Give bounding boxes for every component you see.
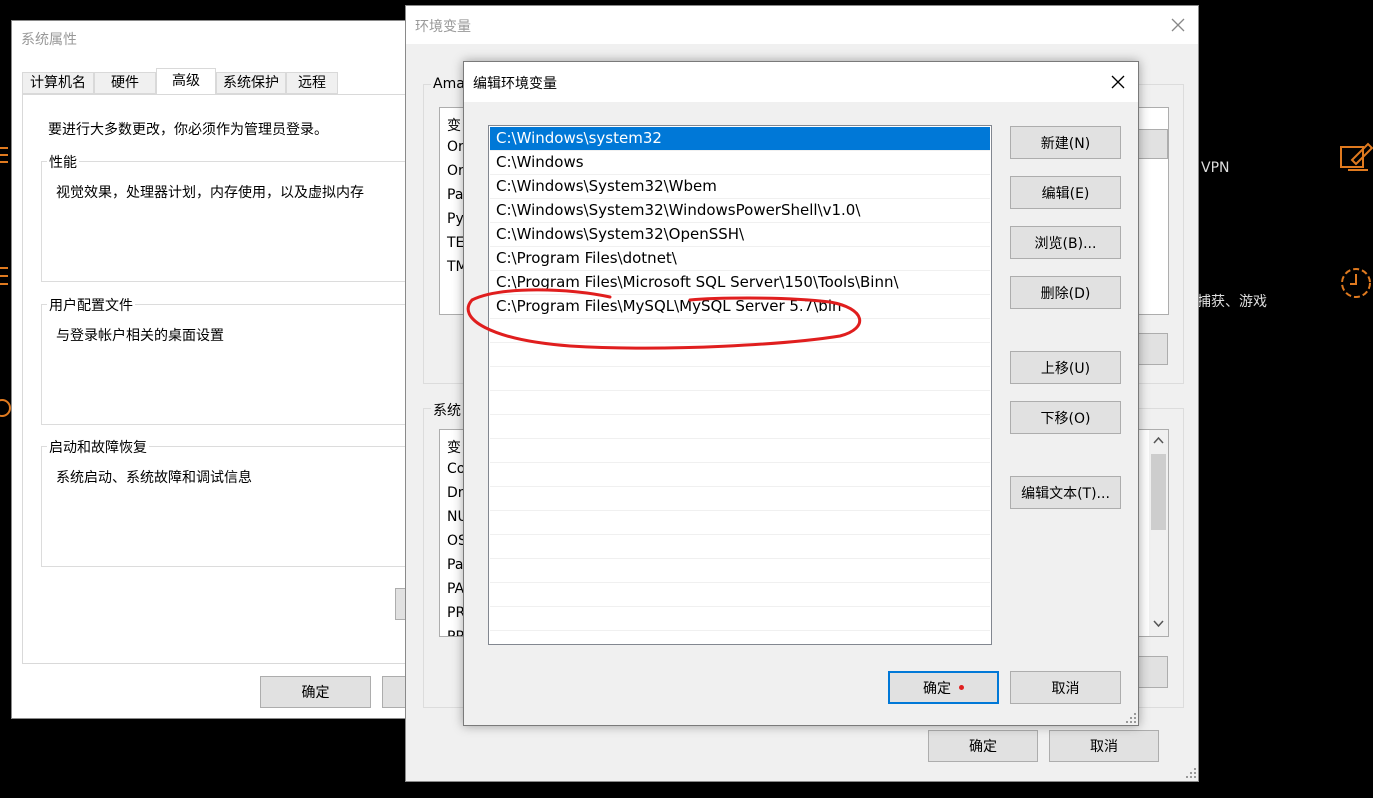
empty-list-row[interactable] (490, 535, 990, 559)
cancel-button[interactable]: 取消 (1010, 671, 1121, 704)
delete-button[interactable]: 删除(D) (1010, 276, 1121, 309)
empty-list-row[interactable] (490, 415, 990, 439)
empty-list-row[interactable] (490, 391, 990, 415)
cancel-button[interactable]: 取消 (1049, 730, 1159, 762)
empty-list-row[interactable] (490, 487, 990, 511)
path-list-item[interactable]: C:\Program Files\dotnet\ (490, 247, 990, 271)
column-header-variable: 变 (447, 440, 461, 456)
list-item[interactable]: Py (447, 211, 464, 227)
ok-button[interactable]: 确定 (260, 676, 371, 708)
tab-computer-name[interactable]: 计算机名 (22, 72, 94, 94)
ok-button[interactable]: 确定 (888, 671, 999, 704)
empty-list-row[interactable] (490, 511, 990, 535)
red-dot-indicator (959, 685, 964, 690)
startup-recovery-group-label: 启动和故障恢复 (47, 437, 149, 457)
title-bar (464, 62, 1138, 102)
vpn-label: VPN (1201, 160, 1230, 176)
edit-environment-variable-dialog: 编辑环境变量 C:\Windows\system32 C:\Windows C:\W… (463, 61, 1139, 726)
path-list-item[interactable]: C:\Windows\system32 (490, 127, 990, 151)
dialog-title: 编辑环境变量 (473, 76, 557, 92)
user-variables-label: Ama (431, 76, 467, 92)
empty-list-row[interactable] (490, 583, 990, 607)
edit-text-button[interactable]: 编辑文本(T)... (1010, 476, 1121, 509)
path-list-item[interactable]: C:\Program Files\MySQL\MySQL Server 5.7\… (490, 295, 990, 319)
user-profile-desc: 与登录帐户相关的桌面设置 (56, 328, 224, 344)
path-list-item[interactable]: C:\Windows\System32\Wbem (490, 175, 990, 199)
performance-group-label: 性能 (47, 152, 79, 172)
scrollbar[interactable] (1149, 430, 1168, 636)
tab-remote[interactable]: 远程 (286, 72, 338, 94)
title-bar (406, 6, 1198, 44)
empty-list-row[interactable] (490, 367, 990, 391)
edit-icon[interactable] (1338, 138, 1373, 174)
capture-game-label: 捕获、游戏 (1197, 294, 1267, 310)
move-up-button[interactable]: 上移(U) (1010, 351, 1121, 384)
edit-button[interactable]: 编辑(E) (1010, 176, 1121, 209)
new-button[interactable]: 新建(N) (1010, 126, 1121, 159)
empty-list-row[interactable] (490, 607, 990, 631)
path-list-item[interactable]: C:\Program Files\Microsoft SQL Server\15… (490, 271, 990, 295)
user-profile-group-label: 用户配置文件 (47, 295, 135, 315)
chevron-down-icon[interactable] (1153, 620, 1164, 628)
empty-list-row[interactable] (490, 319, 990, 343)
tab-label: 远程 (298, 75, 326, 91)
tab-label: 高级 (172, 73, 200, 89)
scrollbar-thumb[interactable] (1151, 454, 1166, 530)
window-title: 系统属性 (21, 32, 77, 48)
browse-button[interactable]: 浏览(B)... (1010, 226, 1121, 259)
tab-system-protection[interactable]: 系统保护 (216, 72, 286, 94)
user-profile-group (41, 304, 421, 425)
startup-recovery-group (41, 446, 421, 567)
list-item[interactable]: Or (447, 139, 464, 155)
chevron-up-icon[interactable] (1153, 436, 1164, 444)
timer-icon[interactable] (1338, 264, 1373, 300)
ok-button-label: 确定 (923, 680, 951, 697)
list-item[interactable]: Or (447, 163, 464, 179)
empty-list-row[interactable] (490, 463, 990, 487)
window-title: 环境变量 (415, 19, 471, 35)
move-down-button[interactable]: 下移(O) (1010, 401, 1121, 434)
performance-desc: 视觉效果，处理器计划，内存使用，以及虚拟内存 (56, 185, 364, 201)
list-item[interactable]: Dr (447, 485, 464, 501)
list-item[interactable]: Pa (447, 187, 463, 203)
tab-advanced[interactable]: 高级 (156, 68, 216, 95)
tab-strip: 计算机名 硬件 高级 系统保护 远程 (22, 68, 412, 95)
performance-group (41, 161, 421, 282)
empty-list-row[interactable] (490, 439, 990, 463)
list-item[interactable]: TE (447, 235, 464, 251)
close-icon[interactable] (1110, 74, 1126, 90)
list-item[interactable]: Pa (447, 557, 463, 573)
path-list-item[interactable]: C:\Windows\System32\OpenSSH\ (490, 223, 990, 247)
ok-button[interactable]: 确定 (928, 730, 1038, 762)
path-list-item[interactable]: C:\Windows\System32\WindowsPowerShell\v1… (490, 199, 990, 223)
tab-hardware[interactable]: 硬件 (94, 72, 156, 94)
tab-label: 系统保护 (223, 75, 279, 91)
empty-list-row[interactable] (490, 559, 990, 583)
close-icon[interactable] (1170, 17, 1186, 33)
startup-recovery-desc: 系统启动、系统故障和调试信息 (56, 470, 252, 486)
column-header-variable: 变 (447, 118, 461, 134)
resize-grip-icon[interactable] (1185, 767, 1197, 779)
tab-label: 计算机名 (30, 75, 86, 91)
system-variables-label: 系统 (431, 400, 463, 420)
tab-label: 硬件 (111, 75, 139, 91)
admin-notice: 要进行大多数更改，你必须作为管理员登录。 (48, 122, 328, 138)
empty-list-row[interactable] (490, 343, 990, 367)
resize-grip-icon[interactable] (1125, 712, 1137, 724)
path-list-item[interactable]: C:\Windows (490, 151, 990, 175)
system-properties-window: 系统属性 计算机名 硬件 高级 系统保护 远程 要进行大多数更改，你必须作为管理… (11, 20, 425, 719)
path-list[interactable]: C:\Windows\system32 C:\Windows C:\Windows\… (488, 125, 992, 645)
list-item[interactable]: PA (447, 581, 464, 597)
